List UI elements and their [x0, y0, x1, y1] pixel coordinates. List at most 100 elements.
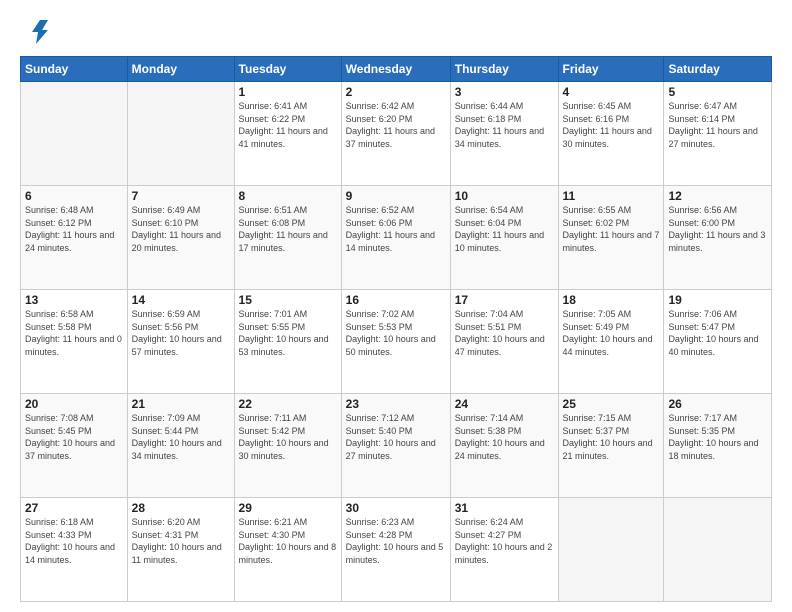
calendar-cell: 18Sunrise: 7:05 AM Sunset: 5:49 PM Dayli… [558, 290, 664, 394]
day-info: Sunrise: 7:12 AM Sunset: 5:40 PM Dayligh… [346, 412, 446, 462]
weekday-header-cell: Tuesday [234, 57, 341, 82]
calendar-cell [21, 82, 128, 186]
day-info: Sunrise: 6:42 AM Sunset: 6:20 PM Dayligh… [346, 100, 446, 150]
calendar-cell: 1Sunrise: 6:41 AM Sunset: 6:22 PM Daylig… [234, 82, 341, 186]
calendar-cell: 23Sunrise: 7:12 AM Sunset: 5:40 PM Dayli… [341, 394, 450, 498]
day-number: 2 [346, 85, 446, 99]
day-info: Sunrise: 7:01 AM Sunset: 5:55 PM Dayligh… [239, 308, 337, 358]
calendar-cell [127, 82, 234, 186]
header [20, 16, 772, 48]
logo [20, 16, 56, 48]
day-info: Sunrise: 6:20 AM Sunset: 4:31 PM Dayligh… [132, 516, 230, 566]
day-number: 22 [239, 397, 337, 411]
day-info: Sunrise: 6:51 AM Sunset: 6:08 PM Dayligh… [239, 204, 337, 254]
calendar-week-row: 1Sunrise: 6:41 AM Sunset: 6:22 PM Daylig… [21, 82, 772, 186]
day-info: Sunrise: 7:15 AM Sunset: 5:37 PM Dayligh… [563, 412, 660, 462]
day-info: Sunrise: 7:09 AM Sunset: 5:44 PM Dayligh… [132, 412, 230, 462]
day-info: Sunrise: 6:47 AM Sunset: 6:14 PM Dayligh… [668, 100, 767, 150]
day-number: 4 [563, 85, 660, 99]
day-info: Sunrise: 6:49 AM Sunset: 6:10 PM Dayligh… [132, 204, 230, 254]
weekday-header-cell: Friday [558, 57, 664, 82]
calendar-cell: 5Sunrise: 6:47 AM Sunset: 6:14 PM Daylig… [664, 82, 772, 186]
calendar-cell: 22Sunrise: 7:11 AM Sunset: 5:42 PM Dayli… [234, 394, 341, 498]
day-number: 30 [346, 501, 446, 515]
day-number: 6 [25, 189, 123, 203]
day-number: 1 [239, 85, 337, 99]
calendar-cell: 31Sunrise: 6:24 AM Sunset: 4:27 PM Dayli… [450, 498, 558, 602]
weekday-header-cell: Saturday [664, 57, 772, 82]
day-number: 3 [455, 85, 554, 99]
day-info: Sunrise: 6:44 AM Sunset: 6:18 PM Dayligh… [455, 100, 554, 150]
calendar-cell: 16Sunrise: 7:02 AM Sunset: 5:53 PM Dayli… [341, 290, 450, 394]
day-number: 20 [25, 397, 123, 411]
weekday-header-row: SundayMondayTuesdayWednesdayThursdayFrid… [21, 57, 772, 82]
day-info: Sunrise: 6:52 AM Sunset: 6:06 PM Dayligh… [346, 204, 446, 254]
calendar-cell: 14Sunrise: 6:59 AM Sunset: 5:56 PM Dayli… [127, 290, 234, 394]
day-info: Sunrise: 7:05 AM Sunset: 5:49 PM Dayligh… [563, 308, 660, 358]
day-info: Sunrise: 7:06 AM Sunset: 5:47 PM Dayligh… [668, 308, 767, 358]
day-number: 11 [563, 189, 660, 203]
day-number: 29 [239, 501, 337, 515]
day-number: 13 [25, 293, 123, 307]
calendar-cell: 30Sunrise: 6:23 AM Sunset: 4:28 PM Dayli… [341, 498, 450, 602]
calendar-cell: 24Sunrise: 7:14 AM Sunset: 5:38 PM Dayli… [450, 394, 558, 498]
day-number: 19 [668, 293, 767, 307]
calendar-cell: 9Sunrise: 6:52 AM Sunset: 6:06 PM Daylig… [341, 186, 450, 290]
calendar-cell: 27Sunrise: 6:18 AM Sunset: 4:33 PM Dayli… [21, 498, 128, 602]
calendar-cell: 3Sunrise: 6:44 AM Sunset: 6:18 PM Daylig… [450, 82, 558, 186]
weekday-header-cell: Thursday [450, 57, 558, 82]
weekday-header-cell: Wednesday [341, 57, 450, 82]
calendar-cell: 6Sunrise: 6:48 AM Sunset: 6:12 PM Daylig… [21, 186, 128, 290]
calendar-cell: 2Sunrise: 6:42 AM Sunset: 6:20 PM Daylig… [341, 82, 450, 186]
day-number: 28 [132, 501, 230, 515]
day-number: 10 [455, 189, 554, 203]
day-info: Sunrise: 6:48 AM Sunset: 6:12 PM Dayligh… [25, 204, 123, 254]
day-info: Sunrise: 7:02 AM Sunset: 5:53 PM Dayligh… [346, 308, 446, 358]
calendar-cell: 26Sunrise: 7:17 AM Sunset: 5:35 PM Dayli… [664, 394, 772, 498]
calendar-week-row: 20Sunrise: 7:08 AM Sunset: 5:45 PM Dayli… [21, 394, 772, 498]
day-number: 14 [132, 293, 230, 307]
logo-icon [20, 16, 52, 48]
day-number: 23 [346, 397, 446, 411]
day-number: 9 [346, 189, 446, 203]
day-number: 5 [668, 85, 767, 99]
day-info: Sunrise: 6:58 AM Sunset: 5:58 PM Dayligh… [25, 308, 123, 358]
calendar-cell [664, 498, 772, 602]
day-info: Sunrise: 6:18 AM Sunset: 4:33 PM Dayligh… [25, 516, 123, 566]
day-info: Sunrise: 6:41 AM Sunset: 6:22 PM Dayligh… [239, 100, 337, 150]
day-number: 8 [239, 189, 337, 203]
calendar-cell: 12Sunrise: 6:56 AM Sunset: 6:00 PM Dayli… [664, 186, 772, 290]
calendar-cell: 20Sunrise: 7:08 AM Sunset: 5:45 PM Dayli… [21, 394, 128, 498]
weekday-header-cell: Monday [127, 57, 234, 82]
day-info: Sunrise: 7:08 AM Sunset: 5:45 PM Dayligh… [25, 412, 123, 462]
day-info: Sunrise: 6:45 AM Sunset: 6:16 PM Dayligh… [563, 100, 660, 150]
day-number: 25 [563, 397, 660, 411]
calendar-cell: 10Sunrise: 6:54 AM Sunset: 6:04 PM Dayli… [450, 186, 558, 290]
day-number: 24 [455, 397, 554, 411]
calendar-cell: 15Sunrise: 7:01 AM Sunset: 5:55 PM Dayli… [234, 290, 341, 394]
calendar-cell: 4Sunrise: 6:45 AM Sunset: 6:16 PM Daylig… [558, 82, 664, 186]
day-number: 21 [132, 397, 230, 411]
day-info: Sunrise: 6:54 AM Sunset: 6:04 PM Dayligh… [455, 204, 554, 254]
day-info: Sunrise: 7:17 AM Sunset: 5:35 PM Dayligh… [668, 412, 767, 462]
weekday-header-cell: Sunday [21, 57, 128, 82]
page: SundayMondayTuesdayWednesdayThursdayFrid… [0, 0, 792, 612]
calendar-cell: 25Sunrise: 7:15 AM Sunset: 5:37 PM Dayli… [558, 394, 664, 498]
day-info: Sunrise: 7:14 AM Sunset: 5:38 PM Dayligh… [455, 412, 554, 462]
calendar-week-row: 13Sunrise: 6:58 AM Sunset: 5:58 PM Dayli… [21, 290, 772, 394]
day-number: 26 [668, 397, 767, 411]
calendar-cell: 8Sunrise: 6:51 AM Sunset: 6:08 PM Daylig… [234, 186, 341, 290]
calendar-cell: 21Sunrise: 7:09 AM Sunset: 5:44 PM Dayli… [127, 394, 234, 498]
day-info: Sunrise: 6:55 AM Sunset: 6:02 PM Dayligh… [563, 204, 660, 254]
day-info: Sunrise: 7:04 AM Sunset: 5:51 PM Dayligh… [455, 308, 554, 358]
day-number: 12 [668, 189, 767, 203]
calendar-cell: 29Sunrise: 6:21 AM Sunset: 4:30 PM Dayli… [234, 498, 341, 602]
day-number: 17 [455, 293, 554, 307]
calendar-cell: 17Sunrise: 7:04 AM Sunset: 5:51 PM Dayli… [450, 290, 558, 394]
calendar-week-row: 6Sunrise: 6:48 AM Sunset: 6:12 PM Daylig… [21, 186, 772, 290]
day-number: 7 [132, 189, 230, 203]
day-number: 27 [25, 501, 123, 515]
calendar-week-row: 27Sunrise: 6:18 AM Sunset: 4:33 PM Dayli… [21, 498, 772, 602]
calendar-cell: 19Sunrise: 7:06 AM Sunset: 5:47 PM Dayli… [664, 290, 772, 394]
calendar-cell: 28Sunrise: 6:20 AM Sunset: 4:31 PM Dayli… [127, 498, 234, 602]
